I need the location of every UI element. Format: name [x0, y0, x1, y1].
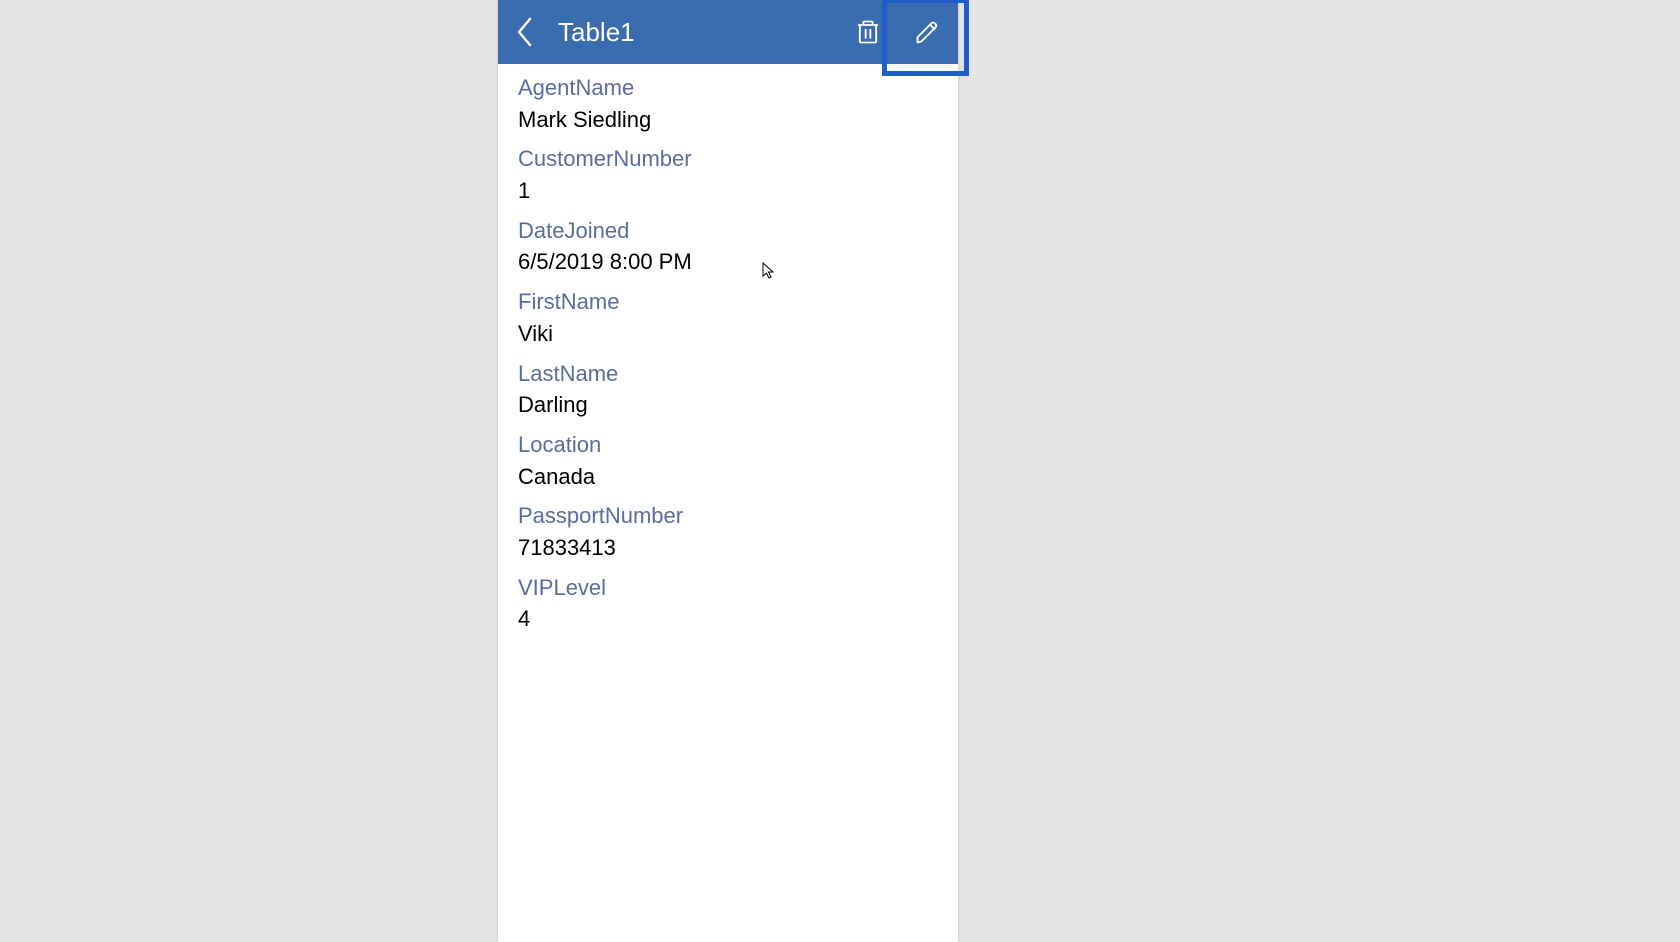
field-label: LastName — [518, 360, 938, 389]
header-actions — [838, 0, 958, 64]
field-agentname: AgentName Mark Siedling — [518, 74, 938, 135]
edit-button[interactable] — [898, 0, 958, 64]
field-value: Mark Siedling — [518, 105, 938, 136]
field-label: DateJoined — [518, 217, 938, 246]
field-value: Canada — [518, 462, 938, 493]
field-value: Darling — [518, 390, 938, 421]
field-label: FirstName — [518, 288, 938, 317]
header-bar: Table1 — [498, 0, 958, 64]
field-firstname: FirstName Viki — [518, 288, 938, 349]
field-value: 6/5/2019 8:00 PM — [518, 247, 938, 278]
field-customernumber: CustomerNumber 1 — [518, 145, 938, 206]
field-label: CustomerNumber — [518, 145, 938, 174]
field-location: Location Canada — [518, 431, 938, 492]
pencil-icon — [914, 18, 942, 46]
field-value: 4 — [518, 604, 938, 635]
field-label: AgentName — [518, 74, 938, 103]
field-value: 1 — [518, 176, 938, 207]
page-title: Table1 — [558, 17, 838, 48]
delete-button[interactable] — [838, 0, 898, 64]
field-passportnumber: PassportNumber 71833413 — [518, 502, 938, 563]
field-label: VIPLevel — [518, 574, 938, 603]
back-button[interactable] — [498, 0, 552, 64]
field-datejoined: DateJoined 6/5/2019 8:00 PM — [518, 217, 938, 278]
record-detail-content: AgentName Mark Siedling CustomerNumber 1… — [498, 64, 958, 635]
detail-panel: Table1 AgentName Mark Siedling CustomerN… — [498, 0, 958, 942]
chevron-left-icon — [516, 17, 534, 47]
field-value: Viki — [518, 319, 938, 350]
field-label: Location — [518, 431, 938, 460]
trash-icon — [854, 18, 882, 46]
field-label: PassportNumber — [518, 502, 938, 531]
field-lastname: LastName Darling — [518, 360, 938, 421]
field-viplevel: VIPLevel 4 — [518, 574, 938, 635]
field-value: 71833413 — [518, 533, 938, 564]
